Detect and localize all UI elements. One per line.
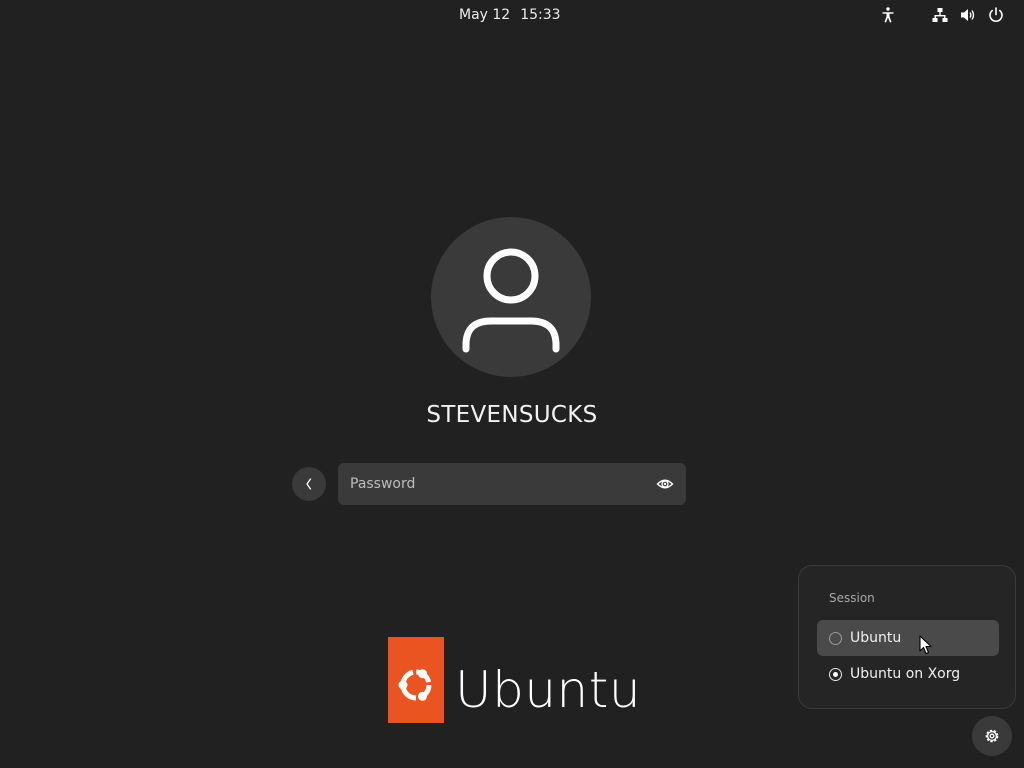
volume-icon[interactable] xyxy=(959,6,977,24)
mouse-pointer-icon xyxy=(919,635,933,655)
user-icon xyxy=(462,248,560,353)
chevron-left-icon xyxy=(306,478,312,490)
radio-checked-icon xyxy=(829,667,842,681)
password-field[interactable] xyxy=(338,463,686,505)
session-option-ubuntu-xorg[interactable]: Ubuntu on Xorg xyxy=(817,656,999,692)
session-settings-button[interactable] xyxy=(972,716,1012,756)
clock[interactable]: May 12 15:33 xyxy=(459,7,565,25)
gear-icon xyxy=(985,729,999,743)
session-option-label: Ubuntu xyxy=(850,630,902,646)
session-option-label: Ubuntu on Xorg xyxy=(850,666,961,682)
radio-unchecked-icon xyxy=(829,631,842,645)
session-menu: Session Ubuntu Ubuntu on Xorg xyxy=(798,565,1016,709)
network-icon[interactable] xyxy=(931,6,949,24)
ubuntu-wordmark: Ubuntu xyxy=(455,661,642,719)
session-option-ubuntu[interactable]: Ubuntu xyxy=(817,620,999,656)
avatar xyxy=(431,217,591,377)
clock-date: May 12 xyxy=(459,7,511,23)
back-button[interactable] xyxy=(292,467,326,501)
show-password-icon[interactable] xyxy=(656,475,674,493)
power-icon[interactable] xyxy=(987,6,1005,24)
accessibility-icon[interactable] xyxy=(879,6,897,24)
clock-time: 15:33 xyxy=(520,7,561,23)
ubuntu-logo-icon xyxy=(388,637,444,723)
top-bar: May 12 15:33 xyxy=(0,0,1024,30)
username-label: STEVENSUCKS xyxy=(426,402,598,428)
login-screen: May 12 15:33 STEVENSUCKS Ubuntu Session … xyxy=(0,0,1024,768)
password-input[interactable] xyxy=(338,463,638,505)
session-heading: Session xyxy=(829,591,875,605)
